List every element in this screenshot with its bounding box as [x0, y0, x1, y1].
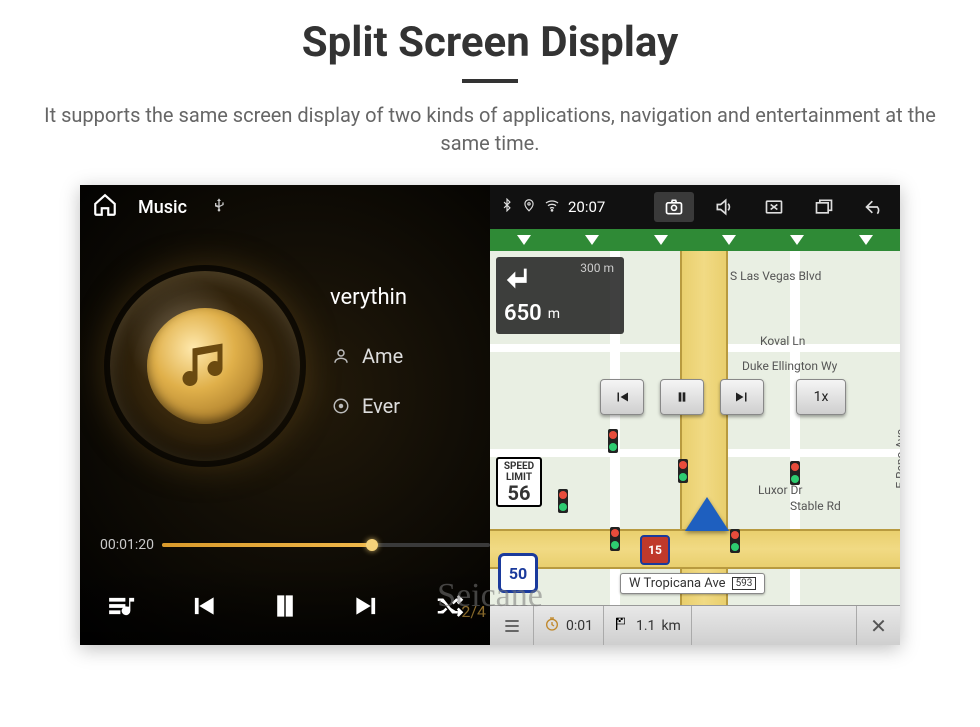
street-label: E Reno Ave	[894, 429, 900, 489]
eta-value: 0:01	[566, 618, 593, 634]
navigation-map[interactable]: S Las Vegas Blvd Koval Ln Duke Ellington…	[490, 229, 900, 645]
sim-pause-button[interactable]	[660, 379, 704, 415]
lane-arrow-icon	[654, 235, 668, 245]
vehicle-position-icon	[685, 497, 729, 531]
street-label: S Las Vegas Blvd	[730, 269, 821, 283]
prev-track-button[interactable]	[178, 591, 228, 621]
turn-distance: 650	[504, 301, 542, 326]
elapsed-time: 00:01:20	[100, 537, 154, 553]
album-icon	[330, 397, 352, 415]
right-column: 20:07	[490, 185, 900, 645]
traffic-light-icon	[790, 461, 800, 485]
track-title: verythin	[330, 285, 490, 310]
street-label: Koval Ln	[760, 334, 805, 348]
progress-bar[interactable]	[162, 543, 490, 547]
lane-guidance-bar	[490, 229, 900, 251]
album-name: Ever	[362, 394, 400, 418]
remaining-distance: 1.1	[636, 618, 655, 634]
close-app-button[interactable]	[754, 192, 794, 222]
back-button[interactable]	[854, 192, 894, 222]
road-main-horizontal	[490, 529, 900, 569]
progress-knob[interactable]	[366, 539, 378, 551]
street-label: Luxor Dr	[758, 483, 802, 497]
speed-limit-value: 56	[498, 483, 540, 503]
turn-instruction-panel: 300 m 650 m	[496, 257, 624, 334]
bluetooth-icon	[500, 198, 514, 216]
remaining-unit: km	[661, 618, 680, 634]
traffic-light-icon	[610, 527, 620, 551]
eta-segment[interactable]: 0:01	[534, 606, 604, 645]
sim-next-button[interactable]	[720, 379, 764, 415]
traffic-light-icon	[730, 529, 740, 553]
lane-arrow-icon	[859, 235, 873, 245]
progress-row: 00:01:20	[100, 537, 490, 553]
street-label: Stable Rd	[790, 499, 841, 513]
exit-badge: 593	[732, 577, 757, 590]
music-app: Music verythin Ame Ever	[80, 185, 490, 645]
title-underline	[462, 79, 518, 83]
speed-limit-label: SPEED LIMIT	[498, 461, 540, 483]
next-track-button[interactable]	[342, 591, 392, 621]
progress-fill	[162, 543, 372, 547]
shuffle-button[interactable]	[424, 591, 474, 621]
checkered-flag-icon	[614, 616, 630, 636]
music-note-icon	[147, 308, 263, 424]
wifi-icon	[544, 197, 560, 217]
clock: 20:07	[568, 198, 605, 216]
route-shield: 50	[498, 553, 538, 593]
track-metadata: verythin Ame Ever	[330, 285, 490, 444]
traffic-light-icon	[558, 489, 568, 513]
screenshot-button[interactable]	[654, 192, 694, 222]
speed-limit-sign: SPEED LIMIT 56	[496, 457, 542, 507]
lane-arrow-icon	[517, 235, 531, 245]
system-status-bar: 20:07	[490, 185, 900, 229]
playlist-button[interactable]	[96, 591, 146, 621]
street-label: Duke Ellington Wy	[742, 359, 837, 373]
traffic-light-icon	[608, 429, 618, 453]
distance-segment[interactable]: 1.1 km	[604, 606, 692, 645]
volume-button[interactable]	[704, 192, 744, 222]
nav-bottom-bar: 0:01 1.1 km ✕	[490, 605, 900, 645]
sim-speed-button[interactable]: 1x	[796, 379, 846, 415]
current-road-panel: W Tropicana Ave 593	[620, 573, 765, 594]
page-description: It supports the same screen display of t…	[0, 101, 980, 157]
device-screenshot: Music verythin Ame Ever	[80, 185, 900, 645]
sim-prev-button[interactable]	[600, 379, 644, 415]
traffic-light-icon	[678, 459, 688, 483]
turn-left-icon	[504, 263, 538, 301]
interstate-shield: 15	[640, 535, 670, 565]
music-topbar: Music	[80, 185, 490, 229]
artist-name: Ame	[362, 344, 403, 368]
album-art	[110, 271, 300, 461]
stopwatch-icon	[544, 616, 560, 636]
nav-menu-button[interactable]	[490, 606, 534, 645]
recents-button[interactable]	[804, 192, 844, 222]
lane-arrow-icon	[585, 235, 599, 245]
lane-arrow-icon	[722, 235, 736, 245]
music-app-label: Music	[138, 197, 187, 218]
current-road-name: W Tropicana Ave	[629, 576, 726, 591]
music-controls	[80, 567, 490, 645]
lane-arrow-icon	[790, 235, 804, 245]
artist-icon	[330, 347, 352, 365]
next-turn-distance: 300 m	[580, 261, 614, 275]
turn-distance-unit: m	[548, 306, 560, 322]
location-icon	[522, 198, 536, 216]
play-pause-button[interactable]	[260, 589, 310, 623]
home-icon[interactable]	[92, 192, 118, 222]
nav-close-button[interactable]: ✕	[856, 606, 900, 645]
usb-icon[interactable]	[211, 197, 227, 217]
page-title: Split Screen Display	[0, 18, 980, 67]
